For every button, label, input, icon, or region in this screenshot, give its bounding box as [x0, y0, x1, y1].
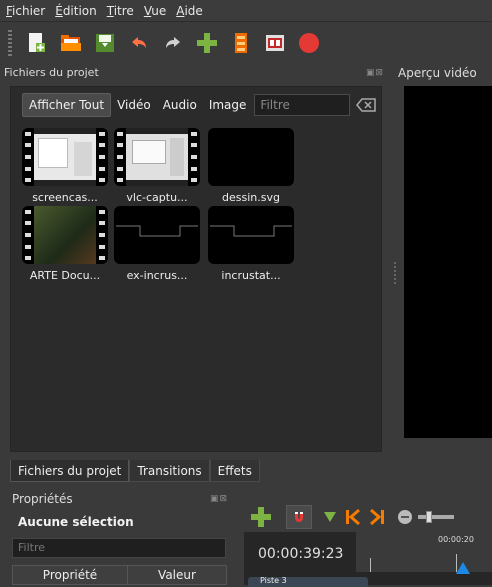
video-frame-preview [34, 206, 96, 264]
dock-tabs: Fichiers du projet Transitions Effets [10, 460, 260, 482]
filter-video-button[interactable]: Vidéo [111, 93, 157, 117]
add-marker-icon[interactable] [322, 509, 338, 525]
menu-vue[interactable]: Vue [144, 4, 166, 18]
timeline-area: 00:00:39:23 00:00:20 Piste 3 [244, 532, 492, 587]
menu-aide[interactable]: Aide [176, 4, 203, 18]
ruler-time-label: 00:00:20 [438, 535, 474, 544]
properties-pane-float-icon[interactable]: ▣⊠ [210, 494, 228, 504]
next-marker-icon[interactable] [368, 508, 386, 526]
film-strip-right [96, 206, 108, 264]
filter-image-button[interactable]: Image [203, 93, 253, 117]
import-files-icon[interactable] [196, 32, 218, 54]
pane-splitter-handle[interactable] [394, 262, 396, 286]
previous-marker-icon[interactable] [344, 508, 362, 526]
file-label: incrustat... [221, 269, 281, 282]
save-project-icon[interactable] [94, 32, 116, 54]
snapping-magnet-icon[interactable] [286, 505, 312, 529]
overlay-preview [116, 225, 198, 237]
properties-filter-input[interactable]: Filtre [12, 538, 226, 558]
redo-icon[interactable] [162, 32, 184, 54]
selection-status: Aucune sélection [18, 515, 134, 529]
timeline-toolbar [244, 500, 492, 534]
file-label: ARTE Docu... [29, 269, 101, 282]
open-project-icon[interactable] [60, 32, 82, 54]
tab-effects[interactable]: Effets [209, 460, 260, 482]
file-label: screencas... [32, 191, 98, 204]
zoom-slider[interactable] [418, 511, 454, 523]
clear-filter-icon[interactable] [355, 96, 377, 114]
menu-edition[interactable]: Édition [55, 4, 97, 18]
track-label: Piste 3 [260, 576, 287, 585]
properties-pane-title: Propriétés [12, 492, 73, 506]
file-label: ex-incrus... [126, 269, 188, 282]
file-thumbnail[interactable] [114, 206, 200, 264]
add-track-icon[interactable] [248, 504, 274, 530]
film-strip-left [22, 128, 34, 186]
filter-bar: Afficher Tout Vidéo Audio Image Filtre [22, 92, 377, 118]
track-header[interactable]: Piste 3 [248, 576, 368, 587]
menu-titre[interactable]: Titre [107, 4, 134, 18]
file-label: vlc-captu... [126, 191, 188, 204]
undo-icon[interactable] [128, 32, 150, 54]
film-strip-right [96, 128, 108, 186]
tab-transitions[interactable]: Transitions [129, 460, 210, 482]
choose-profile-icon[interactable] [230, 32, 252, 54]
files-filter-input[interactable]: Filtre [254, 94, 351, 116]
column-header-property[interactable]: Propriété [12, 565, 128, 585]
file-thumbnail[interactable] [22, 206, 108, 264]
playhead-icon[interactable] [456, 562, 470, 574]
film-strip-left [114, 128, 126, 186]
video-preview-area [404, 86, 492, 438]
main-toolbar [0, 23, 492, 63]
menu-bar: Fichier Édition Titre Vue Aide [0, 0, 492, 22]
toolbar-grip[interactable] [8, 30, 12, 56]
export-video-icon[interactable] [298, 32, 320, 54]
new-project-icon[interactable] [26, 32, 48, 54]
zoom-slider-handle[interactable] [426, 511, 432, 523]
files-pane-title: Fichiers du projet [4, 66, 99, 79]
file-thumbnail[interactable] [208, 206, 294, 264]
overlay-preview [210, 225, 292, 237]
file-thumbnail[interactable] [22, 128, 108, 186]
timeline-ruler[interactable]: 00:00:20 [356, 532, 492, 572]
screenshot-preview [126, 134, 188, 180]
tab-project-files[interactable]: Fichiers du projet [10, 460, 130, 482]
film-strip-right [188, 128, 200, 186]
film-strip-left [22, 206, 34, 264]
column-header-value[interactable]: Valeur [127, 565, 227, 585]
filter-audio-button[interactable]: Audio [157, 93, 203, 117]
timecode-display: 00:00:39:23 [258, 546, 344, 562]
fullscreen-icon[interactable] [264, 32, 286, 54]
files-pane-float-icon[interactable]: ▣⊠ [366, 68, 384, 78]
zoom-out-icon[interactable] [398, 510, 412, 524]
filter-show-all-button[interactable]: Afficher Tout [22, 93, 112, 117]
file-label: dessin.svg [222, 191, 280, 204]
preview-pane-title: Aperçu vidéo [398, 66, 477, 80]
screenshot-preview [34, 134, 96, 180]
file-thumbnail[interactable] [208, 128, 294, 186]
menu-fichier[interactable]: Fichier [6, 4, 45, 18]
file-thumbnail[interactable] [114, 128, 200, 186]
